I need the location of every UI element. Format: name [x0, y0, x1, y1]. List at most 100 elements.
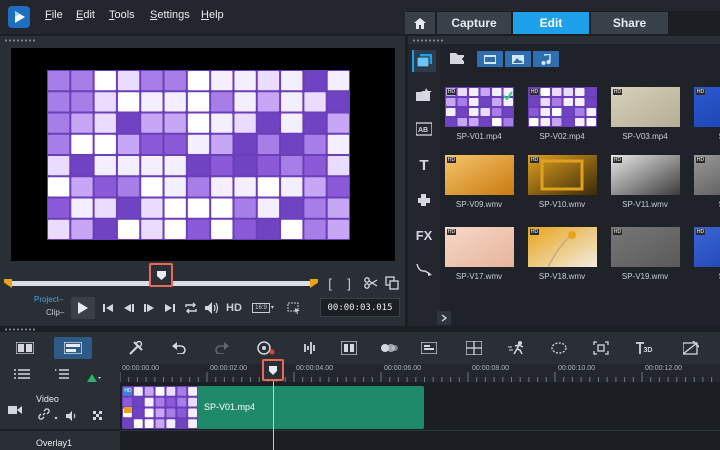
video-track-name: Video — [36, 394, 59, 404]
sidebar-item-filter[interactable]: FX — [412, 224, 436, 246]
svg-text:AB: AB — [418, 127, 428, 134]
tab-capture[interactable]: Capture — [437, 12, 511, 34]
3d-title-editor-button[interactable]: 3D — [632, 339, 656, 357]
time-remapping-button[interactable] — [506, 339, 528, 357]
play-button[interactable] — [71, 297, 95, 319]
3d-title-label: 3D — [643, 347, 653, 354]
scrubber-handle[interactable] — [149, 263, 173, 287]
storyboard-view-button[interactable] — [6, 337, 44, 359]
sidebar-item-title[interactable]: T — [412, 154, 436, 176]
mark-in-button[interactable]: [ — [324, 276, 336, 291]
speaker-icon — [66, 411, 76, 421]
sidebar-item-transition[interactable]: AB — [412, 118, 436, 140]
auto-music-button[interactable] — [338, 339, 360, 357]
repeat-icon — [185, 302, 197, 314]
thumbnail-label: SP-V18.wmv — [538, 272, 586, 281]
library-thumbnail[interactable]: HD — [611, 155, 680, 195]
library-thumbnail[interactable]: HD — [694, 87, 720, 127]
timeline-view-button[interactable] — [54, 337, 92, 359]
clip-hd-badge: HD — [124, 388, 132, 395]
aspect-ratio-dropdown[interactable]: 16:9 ▾ — [251, 299, 275, 316]
show-videos-button[interactable] — [477, 51, 503, 67]
3d-title-icon — [635, 342, 644, 354]
expand-library-button[interactable] — [437, 311, 451, 325]
tab-edit[interactable]: Edit — [513, 12, 589, 34]
preview-window[interactable] — [11, 48, 395, 261]
track-transparency-button[interactable] — [93, 408, 103, 426]
link-track-button[interactable]: ▾ — [38, 407, 57, 425]
sidebar-item-media[interactable] — [412, 50, 436, 72]
pan-zoom-button[interactable] — [590, 339, 612, 357]
library-thumbnail[interactable]: HD — [611, 227, 680, 267]
sidebar-item-instant-project[interactable] — [412, 84, 436, 106]
go-to-start-button[interactable] — [101, 301, 115, 315]
library-thumbnail[interactable]: HD — [611, 87, 680, 127]
undo-button[interactable] — [168, 339, 190, 357]
hd-preview-button[interactable]: HD — [224, 300, 244, 316]
enlarge-preview-button[interactable] — [384, 275, 400, 291]
mask-creator-button[interactable] — [548, 339, 570, 357]
hd-badge: HD — [447, 89, 456, 95]
menu-help[interactable]: Help — [201, 9, 224, 21]
library-thumbnail[interactable]: HD — [694, 227, 720, 267]
menu-edit-label: dit — [83, 9, 95, 21]
home-tab[interactable] — [405, 12, 435, 34]
menu-settings[interactable]: Settings — [150, 9, 190, 21]
library-thumbnail[interactable]: HD — [528, 227, 597, 267]
show-audio-button[interactable] — [533, 51, 559, 67]
auto-music-icon — [341, 341, 357, 355]
ruler-label: 00:00:10.00 — [558, 365, 595, 372]
playhead-handle[interactable] — [262, 359, 284, 381]
motion-tracking-button[interactable] — [378, 339, 400, 357]
previous-frame-button[interactable] — [122, 301, 136, 315]
ruler-label: 00:00:06.00 — [384, 365, 421, 372]
mute-track-button[interactable] — [66, 408, 78, 426]
repeat-button[interactable] — [183, 300, 199, 316]
split-clip-button[interactable] — [363, 275, 379, 291]
library-thumbnail[interactable]: HD — [528, 87, 597, 127]
menu-edit[interactable]: Edit — [76, 9, 95, 21]
sidebar-item-path[interactable] — [412, 258, 436, 280]
library-thumbnail[interactable]: HD — [445, 87, 514, 127]
speaker-icon — [205, 302, 219, 314]
thumbnail-label: SP-V02.mp4 — [539, 132, 585, 141]
go-to-end-button[interactable] — [163, 301, 177, 315]
fx-icon: FX — [415, 227, 433, 243]
library-thumbnail[interactable]: HD — [528, 155, 597, 195]
toolbar-customize-button[interactable] — [125, 339, 147, 357]
split-screen-button[interactable] — [680, 339, 702, 357]
tab-share[interactable]: Share — [591, 12, 668, 34]
show-photos-button[interactable] — [505, 51, 531, 67]
display-mode-dropdown[interactable] — [283, 299, 305, 316]
app-window: File Edit Tools Settings Help Capture Ed… — [0, 0, 720, 450]
sound-mixer-button[interactable] — [298, 339, 320, 357]
library-thumbnail[interactable]: HD — [445, 155, 514, 195]
project-mode-toggle[interactable]: Project– — [34, 295, 63, 304]
thumbnail-label: SP-V19.wmv — [621, 272, 669, 281]
menu-tools[interactable]: Tools — [109, 9, 135, 21]
timeline-grip[interactable] — [4, 328, 36, 331]
multi-camera-button[interactable] — [463, 339, 485, 357]
subtitle-editor-button[interactable] — [418, 339, 440, 357]
clip-mode-toggle[interactable]: Clip– — [46, 308, 64, 317]
add-folder-button[interactable] — [449, 50, 469, 68]
menu-file[interactable]: File — [45, 9, 63, 21]
library-thumbnail[interactable]: HD — [445, 227, 514, 267]
subtitle-editor-icon — [421, 342, 437, 354]
skip-end-icon — [165, 304, 175, 312]
player-panel-grip[interactable] — [4, 39, 36, 42]
checkmark-icon — [503, 88, 513, 101]
volume-button[interactable] — [204, 300, 220, 316]
multi-camera-icon — [466, 341, 482, 355]
record-capture-button[interactable] — [255, 339, 277, 357]
next-frame-button[interactable] — [142, 301, 156, 315]
redo-button[interactable] — [211, 339, 233, 357]
hd-badge: HD — [447, 157, 456, 163]
undo-icon — [172, 342, 186, 354]
sidebar-item-graphic[interactable] — [412, 188, 436, 210]
library-panel-grip[interactable] — [412, 39, 444, 42]
hd-badge: HD — [530, 157, 539, 163]
library-thumbnail[interactable]: HD — [694, 155, 720, 195]
timecode-field[interactable]: 00:00:03.015 — [320, 298, 400, 317]
mark-out-button[interactable]: ] — [343, 276, 355, 291]
